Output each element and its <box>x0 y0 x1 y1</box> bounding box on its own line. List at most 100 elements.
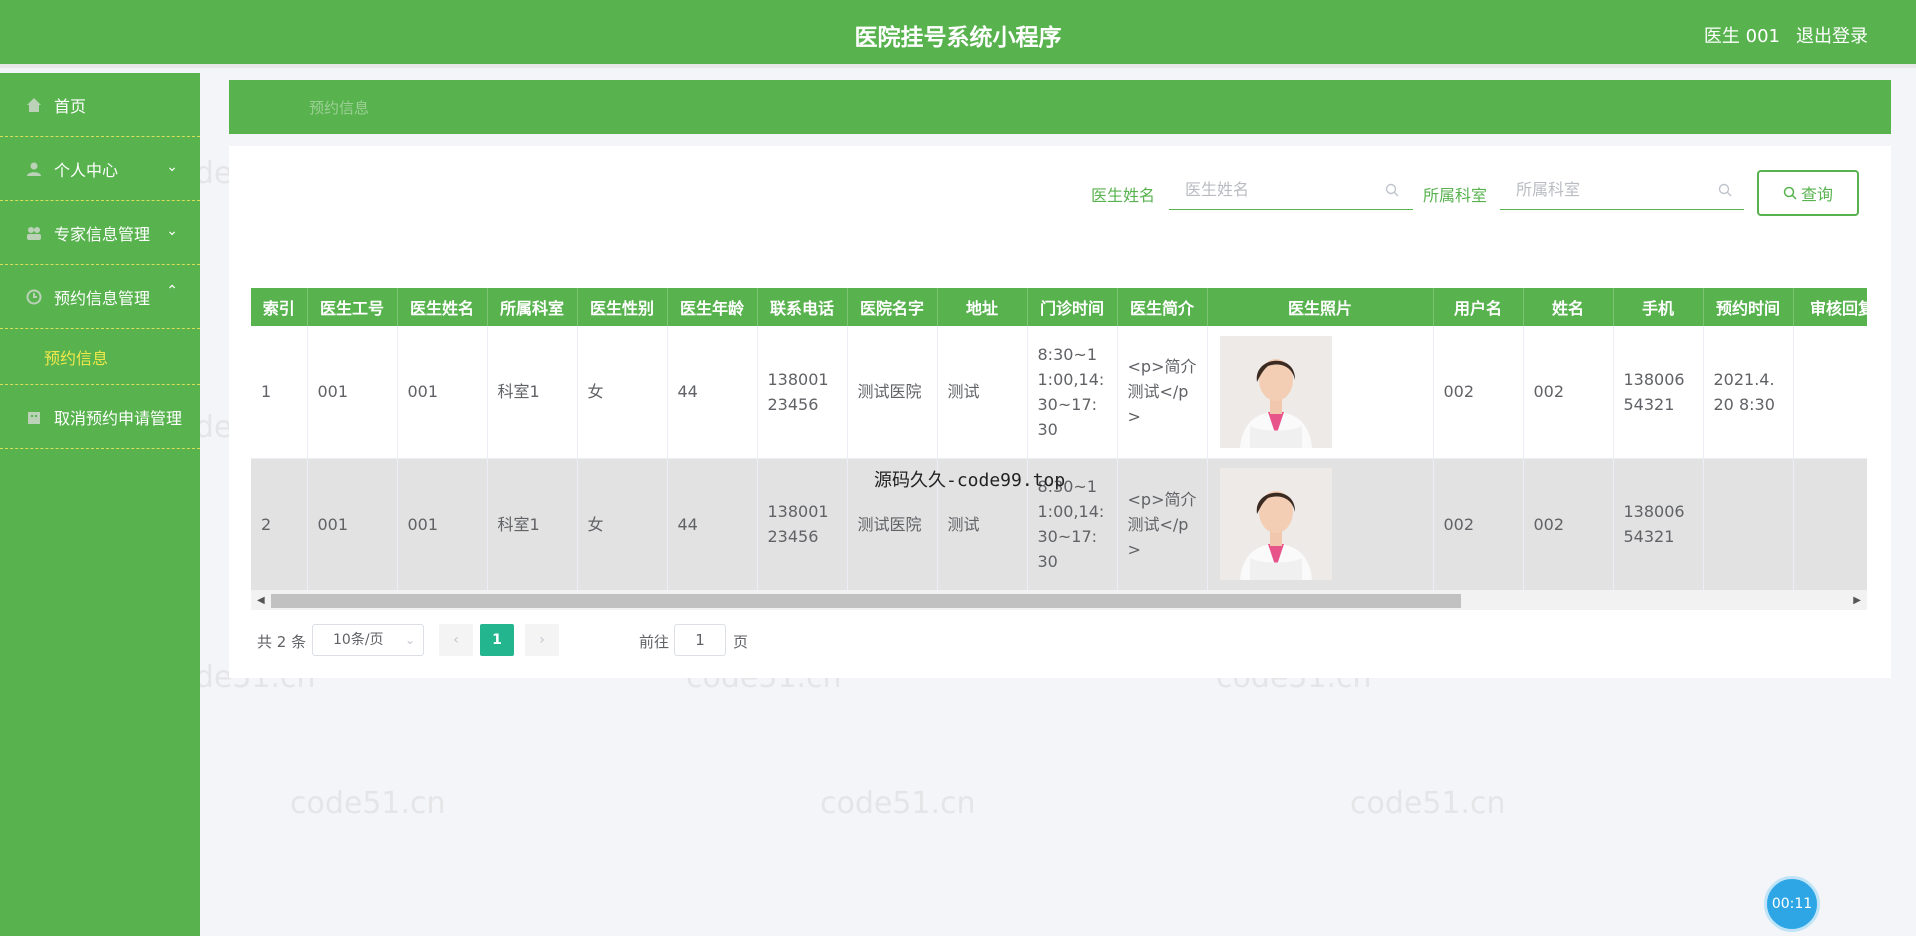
chevron-down-icon: ⌄ <box>166 223 178 239</box>
page-size-value: 10条/页 <box>333 632 384 648</box>
doctor-name-input[interactable] <box>1169 170 1413 210</box>
scrollbar-thumb[interactable] <box>271 594 1461 608</box>
sidebar-item-appointment-management[interactable]: 预约信息管理 ⌃ <box>0 265 200 329</box>
table-row[interactable]: 1 001 001 科室1 女 44 13800123456 测试医院 测试 8… <box>251 326 1867 459</box>
pagination-total: 共 2 条 <box>257 633 307 651</box>
current-user: 医生 001 <box>1703 26 1780 47</box>
cell-department: 科室1 <box>487 458 578 591</box>
sidebar-item-label: 取消预约申请管理 <box>54 408 183 428</box>
cell-address: 测试 <box>937 326 1028 459</box>
next-page-button[interactable]: › <box>525 624 559 656</box>
watermark: code51.cn <box>290 786 446 821</box>
cell-gender: 女 <box>577 458 668 591</box>
column-header: 预约时间 <box>1703 288 1794 326</box>
cell-doctor-id: 001 <box>307 458 398 591</box>
department-label: 所属科室 <box>1423 186 1488 205</box>
appointment-table: 索引 医生工号 医生姓名 所属科室 医生性别 医生年龄 联系电话 医院名字 地址… <box>251 288 1867 624</box>
cell-department: 科室1 <box>487 326 578 459</box>
cell-username: 002 <box>1433 326 1524 459</box>
chevron-up-icon: ⌃ <box>166 283 178 299</box>
cell-photo <box>1207 458 1434 591</box>
cell-name: 002 <box>1523 458 1614 591</box>
column-header: 地址 <box>937 288 1028 326</box>
logout-button[interactable]: 退出登录 <box>1796 22 1868 48</box>
page-size-select[interactable]: 10条/页 ⌄ <box>312 624 424 656</box>
clock-icon <box>26 289 42 304</box>
cell-age: 44 <box>667 326 758 459</box>
scroll-left-arrow-icon[interactable]: ◀ <box>257 595 265 606</box>
search-icon <box>1385 183 1399 197</box>
search-icon <box>1718 183 1732 197</box>
column-header: 医生工号 <box>307 288 398 326</box>
cell-hospital: 测试医院 <box>847 326 938 459</box>
sidebar-item-expert-management[interactable]: 专家信息管理 ⌄ <box>0 201 200 265</box>
cell-username: 002 <box>1433 458 1524 591</box>
goto-page-input[interactable] <box>674 624 726 656</box>
cell-appointment-time <box>1703 458 1794 591</box>
column-header: 姓名 <box>1523 288 1614 326</box>
column-header: 手机 <box>1613 288 1704 326</box>
column-header: 医生姓名 <box>397 288 488 326</box>
cell-doctor-name: 001 <box>397 458 488 591</box>
cell-review-reply <box>1793 326 1867 459</box>
sidebar-item-home[interactable]: 首页 <box>0 73 200 137</box>
watermark: code51.cn <box>1350 786 1506 821</box>
building-icon <box>28 411 40 424</box>
cell-phone: 13800123456 <box>757 458 848 591</box>
sidebar-item-label: 预约信息管理 <box>54 288 151 308</box>
doctor-photo <box>1219 335 1332 448</box>
main-panel: 医生姓名 所属科室 查询 索引 医生工号 医生姓名 所属科室 医生性别 医生年龄… <box>229 146 1891 678</box>
home-icon <box>27 97 41 112</box>
cell-doctor-id: 001 <box>307 326 398 459</box>
department-input[interactable] <box>1500 170 1744 210</box>
column-header: 用户名 <box>1433 288 1524 326</box>
cell-intro: <p>简介测试</p> <box>1117 326 1208 459</box>
sidebar: 首页 个人中心 ⌄ 专家信息管理 ⌄ 预约信息管理 ⌃ 预约信息 取消预约申请管… <box>0 73 200 936</box>
cell-index: 1 <box>251 326 308 459</box>
watermark: code51.cn <box>820 786 976 821</box>
query-button[interactable]: 查询 <box>1757 170 1859 216</box>
doctor-photo <box>1219 468 1332 580</box>
cell-mobile: 13800654321 <box>1613 326 1704 459</box>
column-header: 联系电话 <box>757 288 848 326</box>
top-bar: 医院挂号系统小程序 医生 001 退出登录 <box>0 0 1916 68</box>
column-header: 医生照片 <box>1207 288 1434 326</box>
user-icon <box>27 162 41 176</box>
doctor-portrait-image <box>1219 468 1332 580</box>
search-icon <box>1783 186 1797 200</box>
prev-page-button[interactable]: ‹ <box>439 624 473 656</box>
horizontal-scrollbar[interactable]: ◀ ▶ <box>251 590 1867 610</box>
cell-mobile: 13800654321 <box>1613 458 1704 591</box>
sidebar-item-cancel-requests[interactable]: 取消预约申请管理 <box>0 385 200 449</box>
column-header: 审核回复 <box>1793 288 1867 326</box>
cell-clinic-hours: 8:30~11:00,14:30~17:30 <box>1027 326 1118 459</box>
chevron-down-icon: ⌄ <box>166 159 178 175</box>
sidebar-subitem-appointment-info[interactable]: 预约信息 <box>0 329 200 385</box>
breadcrumb: 预约信息 <box>229 80 1891 134</box>
cell-name: 002 <box>1523 326 1614 459</box>
sidebar-item-personal-center[interactable]: 个人中心 ⌄ <box>0 137 200 201</box>
column-header: 医院名字 <box>847 288 938 326</box>
sidebar-item-label: 首页 <box>54 96 87 116</box>
cell-review-reply <box>1793 458 1867 591</box>
doctor-name-label: 医生姓名 <box>1091 186 1156 205</box>
cell-phone: 13800123456 <box>757 326 848 459</box>
query-button-label: 查询 <box>1800 185 1833 204</box>
scroll-right-arrow-icon[interactable]: ▶ <box>1853 595 1861 606</box>
column-header: 所属科室 <box>487 288 578 326</box>
chevron-down-icon: ⌄ <box>404 633 415 647</box>
column-header: 医生年龄 <box>667 288 758 326</box>
column-header: 索引 <box>251 288 308 326</box>
cell-doctor-name: 001 <box>397 326 488 459</box>
column-header: 门诊时间 <box>1027 288 1118 326</box>
column-header: 医生简介 <box>1117 288 1208 326</box>
recording-timer[interactable]: 00:11 <box>1764 876 1820 932</box>
cell-age: 44 <box>667 458 758 591</box>
breadcrumb-item[interactable]: 预约信息 <box>309 97 369 118</box>
cell-intro: <p>简介测试</p> <box>1117 458 1208 591</box>
sidebar-item-label: 专家信息管理 <box>54 224 151 244</box>
group-icon <box>27 226 41 240</box>
table-header-row: 索引 医生工号 医生姓名 所属科室 医生性别 医生年龄 联系电话 医院名字 地址… <box>251 288 1867 326</box>
page-number-current[interactable]: 1 <box>480 624 514 656</box>
source-watermark-text: 源码久久-code99.top <box>874 470 1066 491</box>
